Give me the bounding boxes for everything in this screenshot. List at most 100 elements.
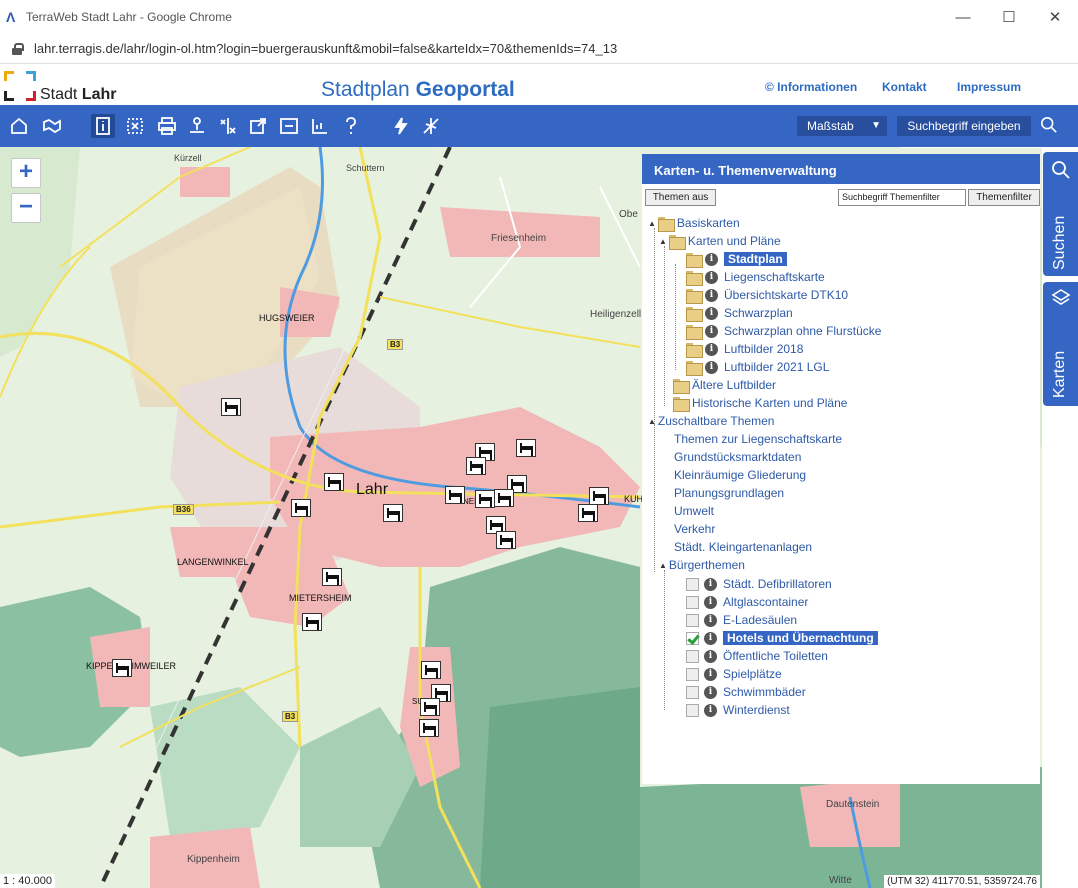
info-tool-icon[interactable] [91,114,115,138]
url-field[interactable]: lahr.terragis.de/lahr/login-ol.htm?login… [34,41,617,56]
tree-item-liegenschaftskarte[interactable]: i Liegenschaftskarte [686,268,825,286]
theme-altglascontainer[interactable]: i Altglascontainer [686,593,808,611]
info-icon[interactable]: i [705,342,718,356]
hotel-marker[interactable] [291,499,311,517]
hotel-marker[interactable] [445,486,465,504]
info-icon[interactable]: i [704,631,717,645]
maximize-button[interactable]: ☐ [986,0,1032,34]
tree-item-stadtplan[interactable]: i Stadtplan [686,250,787,268]
hotel-marker[interactable] [221,398,241,416]
info-icon[interactable]: i [705,306,718,320]
info-icon[interactable]: i [704,649,717,663]
info-icon[interactable]: i [704,667,717,681]
tree-node-aeltere-luftbilder[interactable]: Ältere Luftbilder [673,376,776,394]
export-icon[interactable] [246,114,270,138]
select-area-icon[interactable] [123,114,147,138]
info-icon[interactable]: i [704,613,717,627]
lightning-icon[interactable] [389,114,413,138]
tab-suchen[interactable]: Suchen [1043,152,1078,276]
hotel-marker[interactable] [420,698,440,716]
tree-node-umwelt[interactable]: Umwelt [674,502,714,520]
theme-checkbox-checked[interactable] [686,631,699,645]
collapse-icon[interactable]: ▲ [648,417,656,426]
tree-node-kleinraeumige-gliederung[interactable]: Kleinräumige Gliederung [674,466,806,484]
tree-node-zuschaltbare-themen[interactable]: ▲ Zuschaltbare Themen [648,412,774,430]
tree-item-schwarzplan-ohne-flurstuecke[interactable]: i Schwarzplan ohne Flurstücke [686,322,881,340]
tree-node-planungsgrundlagen[interactable]: Planungsgrundlagen [674,484,784,502]
info-icon[interactable]: i [704,703,717,717]
theme-checkbox[interactable] [686,703,699,717]
theme-defibrillatoren[interactable]: i Städt. Defibrillatoren [686,575,832,593]
info-icon[interactable]: i [704,577,717,591]
info-icon[interactable]: i [705,324,718,338]
tree-node-verkehr[interactable]: Verkehr [674,520,715,538]
theme-toiletten[interactable]: i Öffentliche Toiletten [686,647,828,665]
tree-node-kleingartenanlagen[interactable]: Städt. Kleingartenanlagen [674,538,812,556]
tree-node-grundstuecksmarktdaten[interactable]: Grundstücksmarktdaten [674,448,801,466]
collapse-icon[interactable]: ▲ [659,561,667,570]
link-kontakt[interactable]: Kontakt [882,80,927,94]
theme-checkbox[interactable] [686,649,699,663]
themen-aus-button[interactable]: Themen aus [645,189,716,206]
tree-item-luftbilder-2021[interactable]: i Luftbilder 2021 LGL [686,358,829,376]
tree-item-schwarzplan[interactable]: i Schwarzplan [686,304,793,322]
hotel-marker[interactable] [322,568,342,586]
map-icon[interactable] [40,114,64,138]
search-icon[interactable] [1040,116,1060,136]
theme-filter-input[interactable]: Suchbegriff Themenfilter [838,189,966,206]
tree-node-themen-liegenschaftskarte[interactable]: Themen zur Liegenschaftskarte [674,430,842,448]
measure-area-icon[interactable] [277,114,301,138]
collapse-icon[interactable]: ▲ [659,237,667,246]
theme-checkbox[interactable] [686,685,699,699]
theme-hotels[interactable]: i Hotels und Übernachtung [686,629,878,647]
measure-distance-icon[interactable] [308,114,332,138]
zoom-out-button[interactable]: − [11,193,41,223]
tree-node-karten-und-plaene[interactable]: ▲ Karten und Pläne [659,232,781,250]
theme-e-ladesaeulen[interactable]: i E-Ladesäulen [686,611,797,629]
hotel-marker[interactable] [302,613,322,631]
stadt-lahr-logo[interactable]: Stadt Lahr [4,71,124,103]
close-button[interactable]: ✕ [1032,0,1078,34]
info-icon[interactable]: i [704,595,717,609]
hotel-marker[interactable] [589,487,609,505]
hotel-marker[interactable] [496,531,516,549]
theme-winterdienst[interactable]: i Winterdienst [686,701,790,719]
link-informationen[interactable]: © Informationen [765,80,857,94]
tab-karten[interactable]: Karten [1043,282,1078,406]
info-icon[interactable]: i [705,270,718,284]
tree-node-basiskarten[interactable]: ▲ Basiskarten [648,214,740,232]
position-marker-icon[interactable] [185,114,209,138]
zoom-in-button[interactable]: + [11,158,41,188]
theme-checkbox[interactable] [686,667,699,681]
theme-spielplaetze[interactable]: i Spielplätze [686,665,782,683]
hotel-marker[interactable] [466,457,486,475]
minimize-button[interactable]: — [940,0,986,34]
theme-checkbox[interactable] [686,577,699,591]
home-icon[interactable] [7,114,31,138]
link-impressum[interactable]: Impressum [957,80,1021,94]
tree-item-luftbilder-2018[interactable]: i Luftbilder 2018 [686,340,803,358]
theme-checkbox[interactable] [686,613,699,627]
hotel-marker[interactable] [324,473,344,491]
tree-node-historische-karten[interactable]: Historische Karten und Pläne [673,394,847,412]
tree-node-buergerthemen[interactable]: ▲ Bürgerthemen [659,556,745,574]
info-icon[interactable]: i [704,685,717,699]
hotel-marker[interactable] [516,439,536,457]
tree-item-uebersichtskarte[interactable]: i Übersichtskarte DTK10 [686,286,848,304]
help-icon[interactable] [339,114,363,138]
coordinates-icon[interactable] [216,114,240,138]
hotel-marker[interactable] [475,490,495,508]
hotel-marker[interactable] [419,719,439,737]
print-icon[interactable] [155,114,179,138]
theme-checkbox[interactable] [686,595,699,609]
collapse-icon[interactable]: ▲ [648,219,656,228]
hotel-marker[interactable] [421,661,441,679]
hotel-marker[interactable] [578,504,598,522]
hotel-marker[interactable] [112,659,132,677]
search-field-button[interactable]: Suchbegriff eingeben [897,116,1031,136]
hotel-marker[interactable] [383,504,403,522]
hotel-marker[interactable] [494,489,514,507]
info-icon[interactable]: i [705,252,718,266]
gps-off-icon[interactable] [419,114,443,138]
theme-schwimmbaeder[interactable]: i Schwimmbäder [686,683,806,701]
